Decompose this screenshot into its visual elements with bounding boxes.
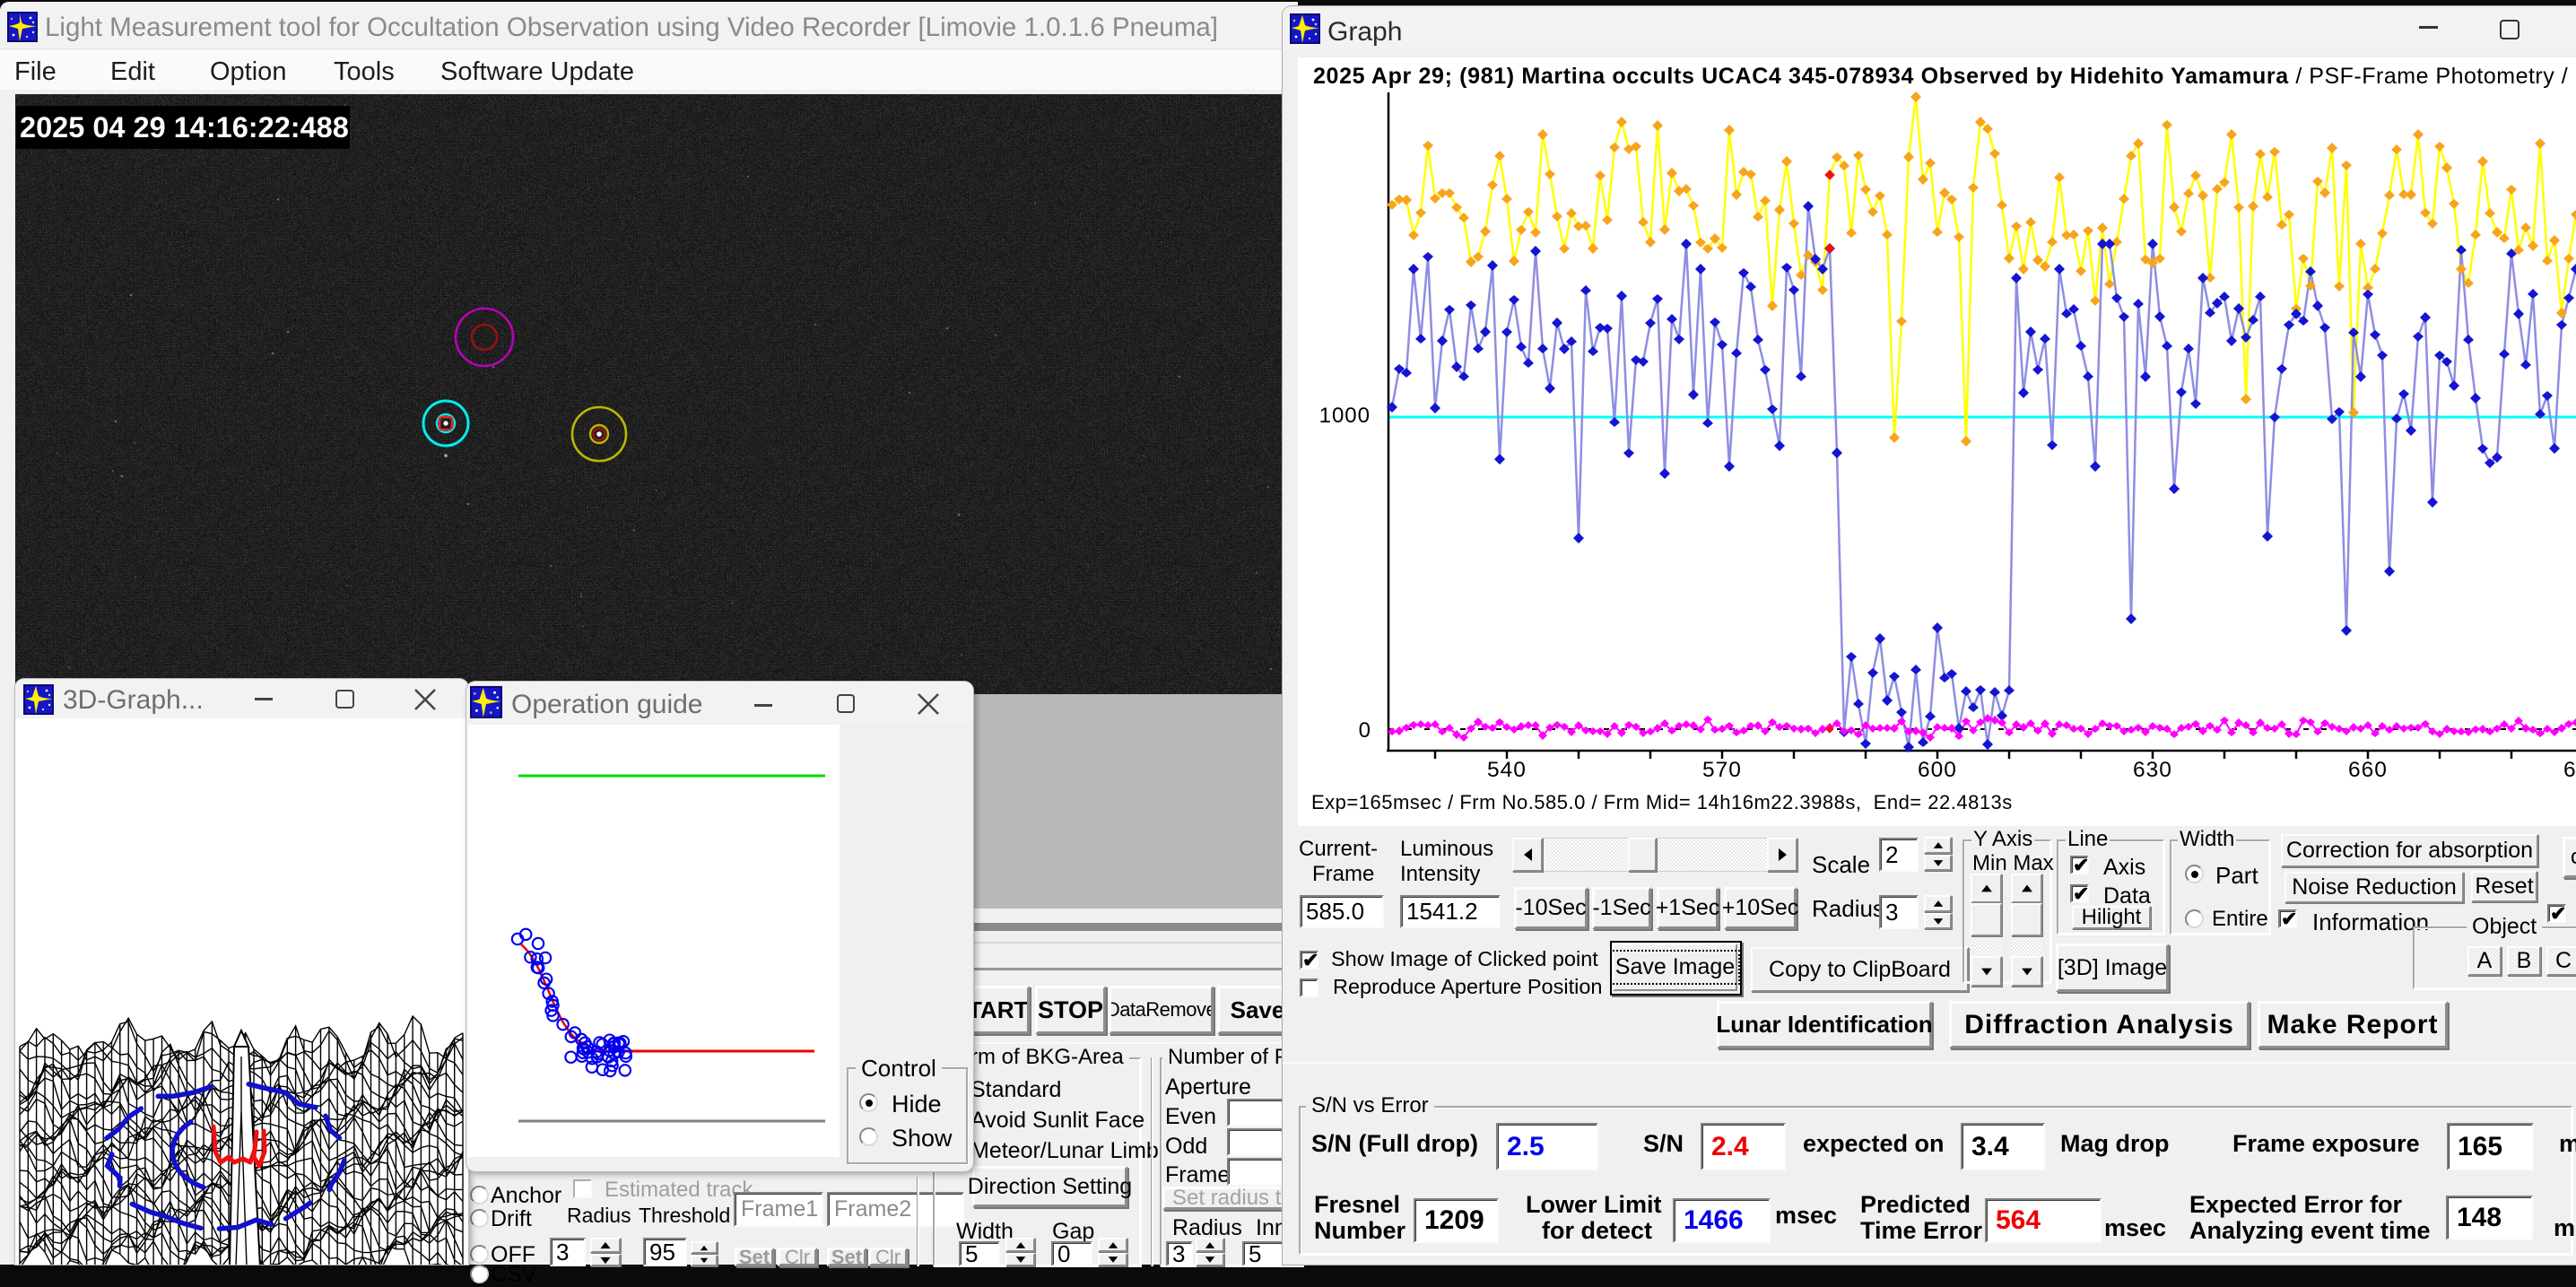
svg-text:540: 540 bbox=[1487, 758, 1527, 782]
svg-text:690: 690 bbox=[2563, 758, 2576, 782]
svg-text:600: 600 bbox=[1918, 758, 1957, 782]
svg-text:630: 630 bbox=[2133, 758, 2172, 782]
svg-text:660: 660 bbox=[2348, 758, 2388, 782]
svg-text:570: 570 bbox=[1702, 758, 1742, 782]
svg-text:0: 0 bbox=[1359, 718, 1371, 743]
svg-text:1000: 1000 bbox=[1319, 404, 1371, 428]
